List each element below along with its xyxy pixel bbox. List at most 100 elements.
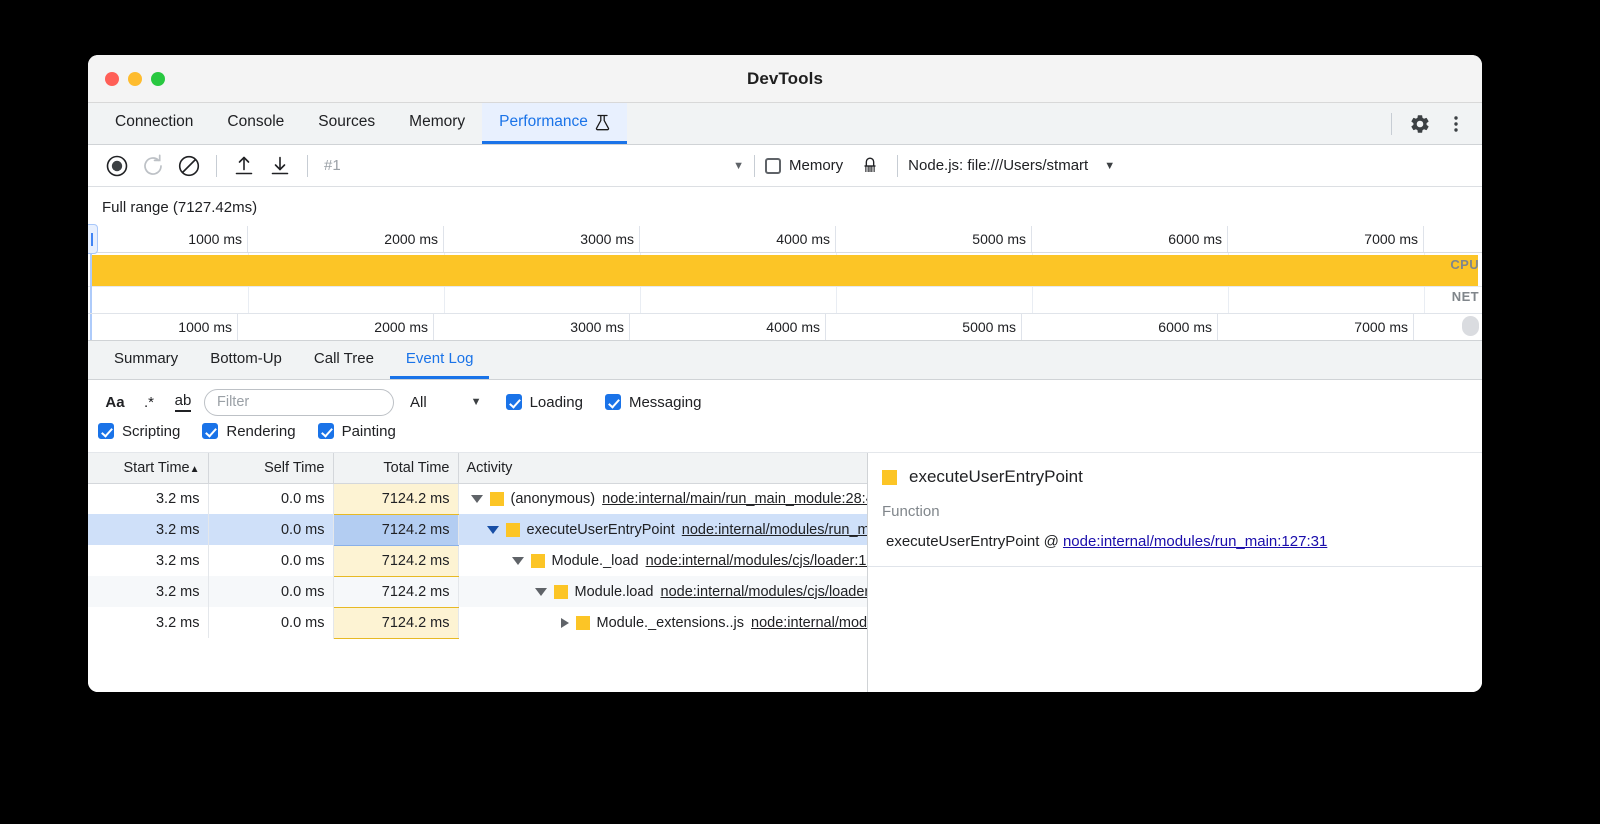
ruler-bottom-tick-2: 3000 ms <box>480 314 630 340</box>
target-label: Node.js: file:///Users/stmart <box>908 157 1088 174</box>
track-separator <box>88 286 1482 287</box>
ruler-bottom-tick-4: 5000 ms <box>872 314 1022 340</box>
event-log-table-body: 3.2 ms 0.0 ms 7124.2 ms (anonymous) node… <box>88 483 868 638</box>
row-expand-toggle[interactable] <box>561 618 569 628</box>
tab-performance[interactable]: Performance <box>482 103 627 144</box>
cell-activity: Module.load node:internal/modules/cjs/lo… <box>458 576 868 607</box>
column-header-self-time[interactable]: Self Time <box>208 453 333 483</box>
activity-name: executeUserEntryPoint <box>527 522 675 538</box>
table-row[interactable]: 3.2 ms 0.0 ms 7124.2 ms Module._load nod… <box>88 545 868 576</box>
tab-summary-label: Summary <box>114 350 178 367</box>
row-expand-toggle[interactable] <box>487 526 499 534</box>
filter-checkbox-loading-box[interactable] <box>506 394 522 410</box>
column-header-activity[interactable]: Activity <box>458 453 868 483</box>
table-row[interactable]: 3.2 ms 0.0 ms 7124.2 ms executeUserEntry… <box>88 514 868 545</box>
filter-checkbox-painting-box[interactable] <box>318 423 334 439</box>
event-log-table: Start Time▲ Self Time Total Time Activit… <box>88 453 868 639</box>
filter-checkbox-messaging[interactable]: Messaging <box>605 394 702 411</box>
match-case-icon[interactable]: Aa <box>98 387 132 417</box>
cell-start-time: 3.2 ms <box>88 514 208 545</box>
range-right-handle[interactable] <box>1462 316 1479 336</box>
filter-checkbox-rendering-label: Rendering <box>226 423 295 440</box>
memory-checkbox-label: Memory <box>789 157 843 174</box>
memory-checkbox[interactable]: Memory <box>765 157 843 174</box>
row-expand-toggle[interactable] <box>535 588 547 596</box>
activity-color-swatch <box>554 585 568 599</box>
column-header-total-time[interactable]: Total Time <box>333 453 458 483</box>
record-icon[interactable] <box>100 149 134 183</box>
full-range-label: Full range (7127.42ms) <box>88 187 1482 226</box>
tab-memory[interactable]: Memory <box>392 103 482 144</box>
filter-checkbox-messaging-box[interactable] <box>605 394 621 410</box>
overview-body[interactable]: 1000 ms 2000 ms 3000 ms 4000 ms 5000 ms … <box>88 226 1482 340</box>
row-expand-toggle[interactable] <box>471 495 483 503</box>
upload-profile-icon[interactable] <box>227 149 261 183</box>
gear-icon[interactable] <box>1404 108 1436 140</box>
more-vertical-icon[interactable] <box>1440 108 1472 140</box>
cell-self-time: 0.0 ms <box>208 576 333 607</box>
column-header-self-time-label: Self Time <box>264 460 324 476</box>
cell-self-time: 0.0 ms <box>208 514 333 545</box>
collect-garbage-icon[interactable] <box>853 149 887 183</box>
duration-filter-value: All <box>410 394 427 411</box>
table-row[interactable]: 3.2 ms 0.0 ms 7124.2 ms Module._extensio… <box>88 607 868 638</box>
tab-bottom-up[interactable]: Bottom-Up <box>194 341 298 379</box>
panel-right-icons <box>1383 103 1482 144</box>
tab-sources[interactable]: Sources <box>301 103 392 144</box>
filter-checkbox-scripting-box[interactable] <box>98 423 114 439</box>
activity-url[interactable]: node:internal/modules/cjs/loader:1203:32 <box>661 584 869 600</box>
activity-url[interactable]: node:internal/modules/cjs/loader:1257:10 <box>751 615 868 631</box>
filter-input[interactable] <box>204 389 394 416</box>
beaker-icon <box>595 114 610 130</box>
cell-self-time: 0.0 ms <box>208 483 333 514</box>
filter-bars: Aa .* ab All ▼ Loading Messaging Script <box>88 380 1482 453</box>
tab-sources-label: Sources <box>318 113 375 131</box>
cell-activity: Module._load node:internal/modules/cjs/l… <box>458 545 868 576</box>
reload-record-icon[interactable] <box>136 149 170 183</box>
tab-event-log[interactable]: Event Log <box>390 341 490 379</box>
ruler-bottom-tick-5: 6000 ms <box>1068 314 1218 340</box>
detail-stack-row: executeUserEntryPoint @ node:internal/mo… <box>882 533 1482 550</box>
activity-url[interactable]: node:internal/modules/run_main:127:31 <box>682 522 868 538</box>
cell-activity: Module._extensions..js node:internal/mod… <box>458 607 868 638</box>
cell-activity: executeUserEntryPoint node:internal/modu… <box>458 514 868 545</box>
toolbar-divider <box>1391 113 1392 135</box>
filter-checkbox-rendering[interactable]: Rendering <box>202 423 295 440</box>
filter-checkbox-loading[interactable]: Loading <box>506 394 583 411</box>
activity-url[interactable]: node:internal/main/run_main_module:28:49 <box>602 491 868 507</box>
tab-call-tree[interactable]: Call Tree <box>298 341 390 379</box>
tab-console[interactable]: Console <box>210 103 301 144</box>
activity-name: Module.load <box>575 584 654 600</box>
activity-url[interactable]: node:internal/modules/cjs/loader:1019:12 <box>646 553 868 569</box>
table-row[interactable]: 3.2 ms 0.0 ms 7124.2 ms Module.load node… <box>88 576 868 607</box>
cpu-activity-band <box>90 255 1478 286</box>
regex-icon[interactable]: .* <box>132 387 166 417</box>
detail-stack-link[interactable]: node:internal/modules/run_main:127:31 <box>1063 533 1327 550</box>
range-left-handle[interactable] <box>88 224 98 254</box>
column-header-start-time[interactable]: Start Time▲ <box>88 453 208 483</box>
duration-filter-select[interactable]: All ▼ <box>410 394 482 411</box>
recording-history-value: #1 <box>324 157 341 174</box>
activity-color-swatch <box>576 616 590 630</box>
cell-self-time: 0.0 ms <box>208 545 333 576</box>
event-detail-pane: executeUserEntryPoint Function executeUs… <box>868 453 1482 692</box>
cell-activity: (anonymous) node:internal/main/run_main_… <box>458 483 868 514</box>
ruler-top-tick-5: 6000 ms <box>1078 226 1228 252</box>
memory-checkbox-box[interactable] <box>765 158 781 174</box>
clear-icon[interactable] <box>172 149 206 183</box>
row-expand-toggle[interactable] <box>512 557 524 565</box>
filter-checkbox-painting[interactable]: Painting <box>318 423 396 440</box>
activity-color-swatch <box>490 492 504 506</box>
tab-connection[interactable]: Connection <box>98 103 210 144</box>
sort-ascending-icon: ▲ <box>190 464 200 475</box>
download-profile-icon[interactable] <box>263 149 297 183</box>
tab-summary[interactable]: Summary <box>98 341 194 379</box>
recording-history-select[interactable]: #1 ▼ <box>324 153 744 179</box>
filter-checkbox-scripting[interactable]: Scripting <box>98 423 180 440</box>
filter-checkbox-rendering-box[interactable] <box>202 423 218 439</box>
target-select[interactable]: Node.js: file:///Users/stmart ▼ <box>908 157 1115 174</box>
window-title: DevTools <box>88 69 1482 89</box>
table-row[interactable]: 3.2 ms 0.0 ms 7124.2 ms (anonymous) node… <box>88 483 868 514</box>
event-log-table-pane[interactable]: Start Time▲ Self Time Total Time Activit… <box>88 453 868 692</box>
whole-word-icon[interactable]: ab <box>166 387 200 417</box>
